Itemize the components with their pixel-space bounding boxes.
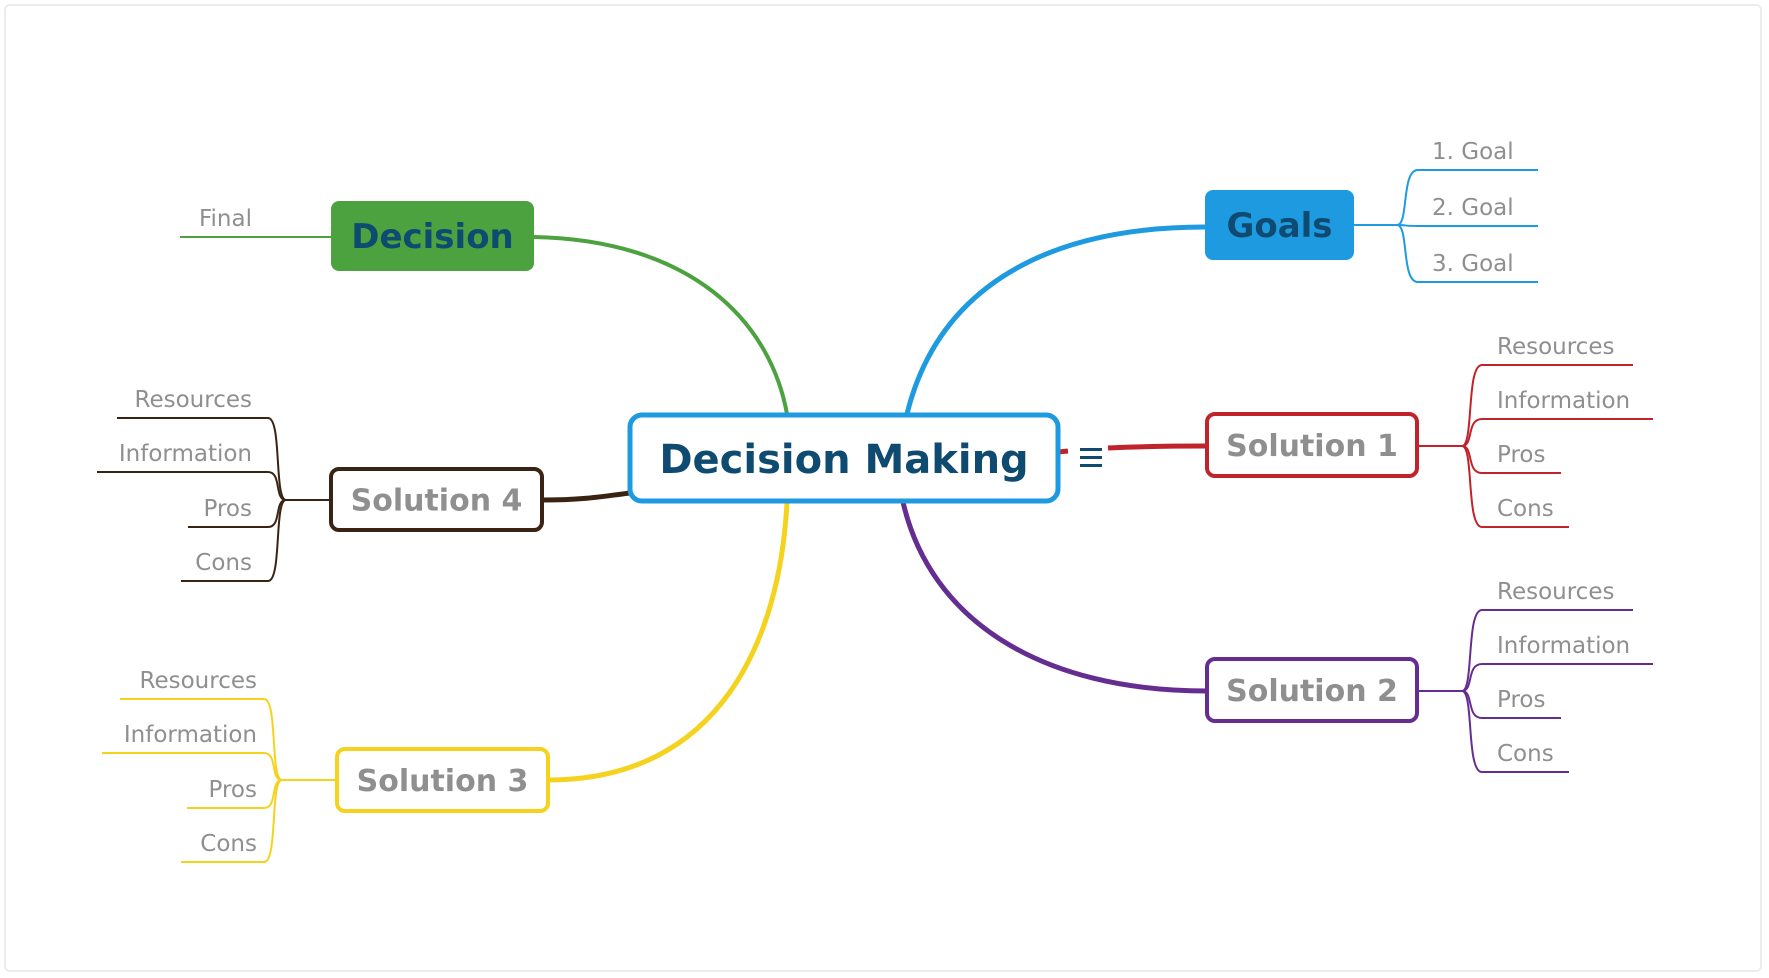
topic-solution-4[interactable]: Solution 4 (329, 467, 544, 532)
subtopic-label: Cons (1497, 496, 1554, 522)
topic-label-decision: Decision (351, 217, 514, 257)
connector-decision (533, 235, 789, 415)
subtopic-label: Resources (140, 668, 257, 694)
subtopic-label: Pros (209, 777, 257, 803)
connector-solution-3 (547, 501, 790, 783)
subtopic-solution-3-4[interactable]: Cons (181, 779, 337, 863)
subtopic-label: Pros (1497, 687, 1545, 713)
mind-map: 1. Goal 2. Goal 3. Goal Resources Informatio… (97, 139, 1653, 863)
subtopic-label: Cons (195, 550, 252, 576)
topic-solution-1[interactable]: Solution 1 (1205, 412, 1419, 478)
topic-label-solution-4: Solution 4 (351, 483, 523, 518)
central-topic-label: Decision Making (659, 437, 1028, 483)
connector-solution-4 (541, 490, 631, 503)
connector-goals (904, 224, 1206, 415)
subtopic-label: Pros (1497, 442, 1545, 468)
subtopic-label: Information (1497, 633, 1630, 659)
subtopic-label: 3. Goal (1432, 251, 1514, 277)
topic-decision[interactable]: Decision (331, 201, 534, 271)
subtopic-connector (102, 752, 337, 781)
subtopic-solution-3-3[interactable]: Pros (187, 777, 337, 809)
subtopic-goals-3[interactable]: 3. Goal (1354, 224, 1538, 283)
subtopic-label: Final (199, 206, 252, 232)
subtopic-solution-1-2[interactable]: Information (1417, 388, 1653, 447)
subtopic-solution-3-2[interactable]: Information (102, 722, 337, 781)
subtopic-goals-2[interactable]: 2. Goal (1354, 195, 1538, 227)
subtopic-label: Resources (1497, 579, 1614, 605)
subtopic-solution-1-4[interactable]: Cons (1417, 445, 1569, 528)
topic-solution-2[interactable]: Solution 2 (1205, 657, 1419, 723)
subtopic-label: Information (124, 722, 257, 748)
subtopic-label: 2. Goal (1432, 195, 1514, 221)
subtopic-solution-2-4[interactable]: Cons (1417, 690, 1569, 773)
subtopic-label: Cons (1497, 741, 1554, 767)
subtopic-label: Information (1497, 388, 1630, 414)
subtopic-solution-2-2[interactable]: Information (1417, 633, 1653, 692)
topic-label-solution-2: Solution 2 (1226, 674, 1398, 709)
subtopic-label: Cons (200, 831, 257, 857)
connector-solution-2 (900, 501, 1208, 694)
subtopic-label: Pros (204, 496, 252, 522)
topic-goals[interactable]: Goals (1205, 190, 1354, 260)
subtopic-decision-1[interactable]: Final (180, 206, 331, 238)
subtopic-label: Resources (1497, 334, 1614, 360)
subtopic-label: 1. Goal (1432, 139, 1514, 165)
subtopic-label: Resources (135, 387, 252, 413)
topic-solution-3[interactable]: Solution 3 (335, 747, 550, 813)
subtopic-label: Information (119, 441, 252, 467)
subtopic-solution-4-2[interactable]: Information (97, 441, 331, 501)
topic-label-solution-1: Solution 1 (1226, 429, 1398, 464)
central-topic[interactable]: Decision Making (627, 412, 1061, 504)
topic-label-goals: Goals (1226, 206, 1332, 246)
topic-label-solution-3: Solution 3 (357, 764, 529, 799)
notes-icon[interactable] (1080, 448, 1102, 467)
